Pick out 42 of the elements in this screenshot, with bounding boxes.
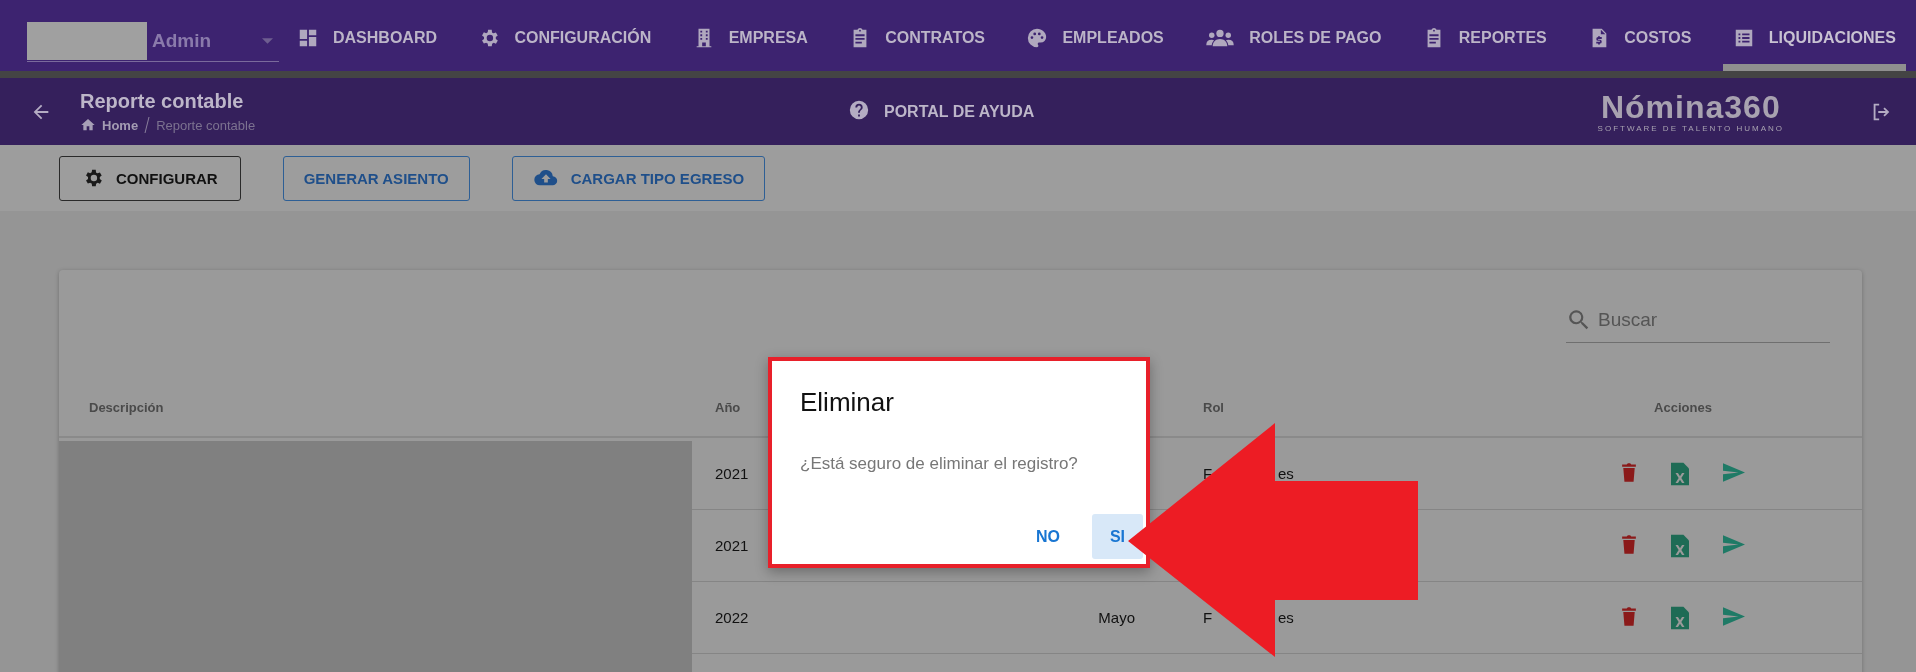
table-cell: 2021 — [715, 537, 749, 554]
nav-tab[interactable]: ROLES DE PAGO — [1195, 0, 1392, 71]
column-header: Año — [715, 400, 741, 415]
brand-tagline: SOFTWARE DE TALENTO HUMANO — [1597, 124, 1784, 133]
breadcrumb-link[interactable]: Home — [102, 117, 139, 133]
search-field[interactable]: Buscar — [1598, 307, 1818, 333]
dialog-title: Eliminar — [800, 387, 895, 418]
nav-tab[interactable]: CONTRATOS — [839, 0, 996, 71]
table-cell: es — [1278, 465, 1294, 482]
breadcrumb-separator — [144, 117, 151, 133]
nav-tab[interactable]: COSTOS — [1578, 0, 1702, 71]
people-icon — [1205, 27, 1236, 49]
page-title: Reporte contable — [80, 90, 245, 113]
spreadsheet-file-icon[interactable] — [1671, 533, 1689, 558]
nav-tab[interactable]: REPORTES — [1412, 0, 1557, 71]
column-header: Descripción — [89, 400, 164, 415]
nav-tab[interactable]: EMPLEADOS — [1016, 0, 1174, 71]
nav-tab[interactable]: EMPRESA — [682, 0, 818, 71]
spreadsheet-file-icon[interactable] — [1671, 461, 1689, 486]
table-cell: 2022 — [715, 609, 749, 626]
dashboard-icon — [297, 27, 319, 49]
table-cell: Mayo — [1098, 609, 1135, 626]
caret-icon — [262, 38, 273, 44]
column-header: Rol — [1203, 400, 1224, 415]
nav-tab[interactable]: CONFIGURACIÓN — [468, 0, 662, 71]
breadcrumb-current: Reporte contable — [156, 117, 256, 133]
table-cell: 2021 — [715, 465, 749, 482]
dialog-button[interactable]: SI — [1091, 514, 1143, 559]
user-dropdown[interactable]: Admin — [27, 21, 279, 62]
toolbar-button[interactable]: CONFIGURAR — [59, 155, 241, 201]
home-icon — [80, 117, 96, 133]
brand-logo-text: Nómina360 — [1600, 90, 1781, 124]
dialog-button[interactable]: NO — [1017, 514, 1078, 559]
table-cell: F — [1203, 609, 1213, 626]
column-header: Acciones — [1654, 400, 1712, 415]
dialog-message: ¿Está seguro de eliminar el registro? — [800, 454, 1079, 474]
spreadsheet-file-icon[interactable] — [1671, 605, 1689, 630]
nav-tab[interactable]: LIQUIDACIONES — [1722, 0, 1906, 71]
nav-tab[interactable]: DASHBOARD — [287, 0, 447, 71]
palette-icon — [1026, 27, 1049, 49]
table-cell: es — [1278, 609, 1294, 626]
help-portal-link[interactable]: PORTAL DE AYUDA — [848, 98, 1035, 125]
